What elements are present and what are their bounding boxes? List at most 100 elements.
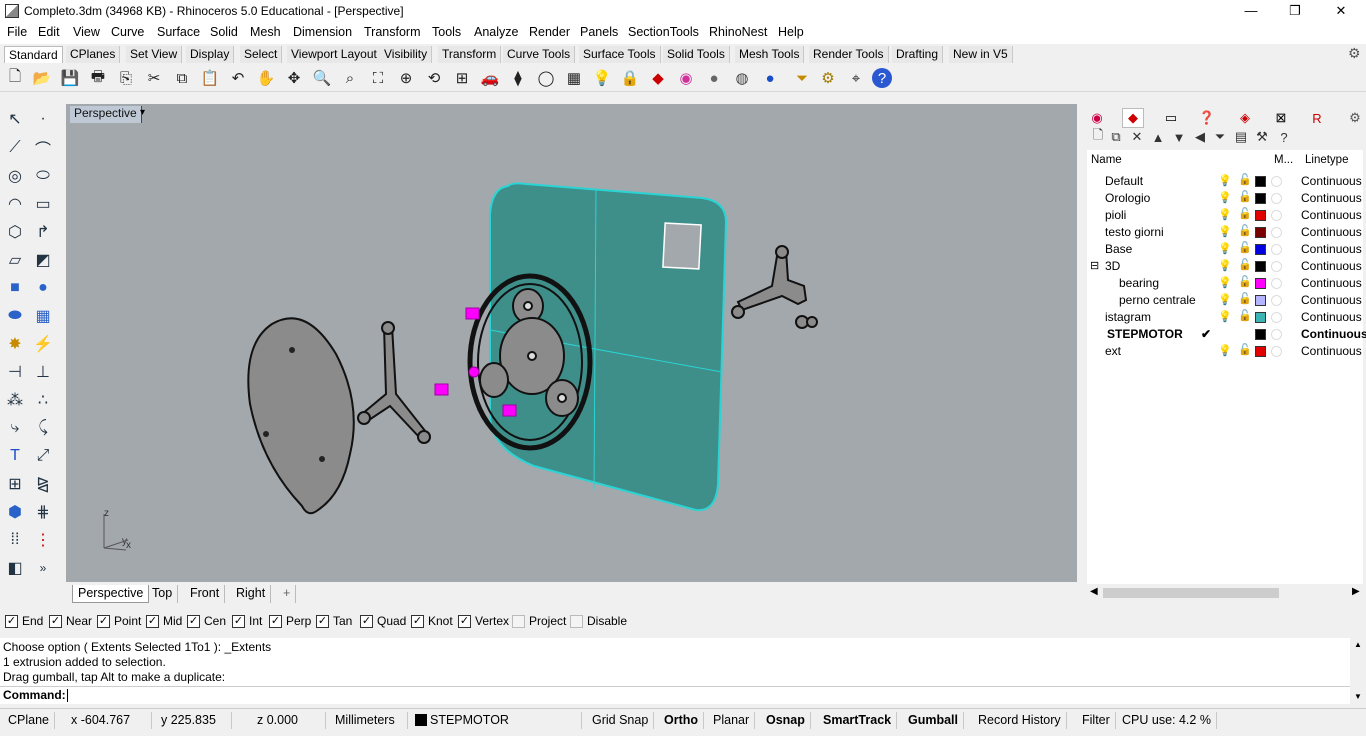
tab-standard[interactable]: Standard — [4, 46, 63, 63]
rotate-view-icon[interactable]: ✥ — [283, 67, 305, 89]
polyline-icon[interactable]: ⟋ — [3, 136, 27, 160]
move-up-icon[interactable]: ▲ — [1149, 129, 1167, 145]
unlock-icon[interactable]: 🔓 — [1238, 258, 1252, 271]
unlock-icon[interactable]: 🔓 — [1238, 190, 1252, 203]
scroll-thumb[interactable] — [1103, 588, 1279, 598]
filter-toggle[interactable]: Filter — [1077, 712, 1116, 729]
material-circle-icon[interactable] — [1271, 312, 1282, 323]
perspective-viewport[interactable]: z y x — [66, 104, 1077, 582]
material-circle-icon[interactable] — [1271, 176, 1282, 187]
scroll-down-icon[interactable]: ▼ — [1354, 692, 1362, 701]
menu-dimension[interactable]: Dimension — [293, 25, 352, 39]
menu-rhinonest[interactable]: RhinoNest — [709, 25, 767, 39]
array-icon[interactable]: ⊞ — [3, 472, 27, 496]
collapse-icon[interactable]: ⊟ — [1090, 259, 1099, 272]
layer-row-orologio[interactable]: Orologio 💡 🔓 Continuous — [1087, 190, 1363, 207]
material-circle-icon[interactable] — [1271, 227, 1282, 238]
unlock-icon[interactable]: 🔓 — [1238, 241, 1252, 254]
osnap-toggle[interactable]: Osnap — [761, 712, 811, 729]
point-icon[interactable]: · — [31, 107, 55, 131]
panel-settings-gear-icon[interactable]: ⚙ — [1344, 108, 1366, 128]
tab-transform[interactable]: Transform — [438, 46, 502, 63]
analysis-tab-icon[interactable]: ⊠ — [1270, 108, 1292, 128]
cut-icon[interactable]: ✂ — [143, 67, 165, 89]
layer-color-swatch[interactable] — [1255, 312, 1266, 323]
render-sphere-icon[interactable]: ◍ — [731, 67, 753, 89]
ortho-toggle[interactable]: Ortho — [659, 712, 705, 729]
layer-linetype[interactable]: Continuous — [1301, 191, 1362, 205]
layers-tab-icon[interactable]: ◆ — [1122, 108, 1144, 128]
osnap-near[interactable]: ✓ Near — [49, 614, 92, 628]
layer-color-swatch[interactable] — [1255, 295, 1266, 306]
sphere-icon[interactable]: ● — [703, 67, 725, 89]
tab-visibility[interactable]: Visibility — [380, 46, 433, 63]
polygon-icon[interactable]: ⬡ — [3, 220, 27, 244]
fillet-icon[interactable]: ⤷ — [3, 416, 27, 440]
bracket-left[interactable] — [357, 321, 431, 444]
tab-mesh-tools[interactable]: Mesh Tools — [735, 46, 805, 63]
menu-analyze[interactable]: Analyze — [474, 25, 518, 39]
layer-linetype[interactable]: Continuous — [1301, 293, 1362, 307]
material-circle-icon[interactable] — [1271, 193, 1282, 204]
tab-curve-tools[interactable]: Curve Tools — [503, 46, 576, 63]
record-history-toggle[interactable]: Record History — [973, 712, 1067, 729]
snap-grid-icon[interactable]: ⋕ — [31, 500, 55, 524]
viewport-title-label[interactable]: Perspective — [70, 106, 142, 123]
menu-transform[interactable]: Transform — [364, 25, 421, 39]
dimension-icon[interactable]: ⌖ — [845, 67, 867, 89]
help-icon[interactable]: ? — [872, 68, 892, 88]
layer-color-swatch[interactable] — [1255, 176, 1266, 187]
add-viewport-tab-button[interactable]: + — [278, 585, 297, 603]
select-arrow-icon[interactable]: ↖ — [3, 107, 27, 131]
menu-edit[interactable]: Edit — [38, 25, 60, 39]
header-material[interactable]: M... — [1274, 154, 1293, 166]
scroll-right-icon[interactable]: ▶ — [1352, 586, 1360, 597]
tab-front[interactable]: Front — [185, 585, 226, 603]
text-icon[interactable]: T — [3, 444, 27, 468]
move-left-icon[interactable]: ◀ — [1191, 129, 1209, 145]
layer-row-default[interactable]: Default 💡 🔓 Continuous — [1087, 173, 1363, 190]
layer-row-stepmotor[interactable]: STEPMOTOR ✔ Continuous — [1087, 326, 1366, 343]
layer-color-swatch[interactable] — [1255, 261, 1266, 272]
tab-viewport-layout[interactable]: Viewport Layout — [287, 46, 382, 63]
extrude-surface-icon[interactable]: ◩ — [31, 248, 55, 272]
light-tool-icon[interactable]: ✸ — [3, 332, 27, 356]
status-cplane[interactable]: CPlane — [3, 712, 55, 729]
layer-linetype[interactable]: Continuous — [1301, 242, 1362, 256]
osnap-end[interactable]: ✓ End — [5, 614, 43, 628]
tab-drafting[interactable]: Drafting — [892, 46, 944, 63]
menu-solid[interactable]: Solid — [210, 25, 238, 39]
mirror-icon[interactable]: ⧎ — [31, 472, 55, 496]
layer-row-istagram[interactable]: istagram 💡 🔓 Continuous — [1087, 309, 1363, 326]
tab-display[interactable]: Display — [186, 46, 235, 63]
visibility-bulb-icon[interactable]: 💡 — [1218, 208, 1232, 221]
blue-sphere-icon[interactable]: ● — [759, 67, 781, 89]
open-icon[interactable]: 📂 — [31, 67, 53, 89]
light-icon[interactable]: 💡 — [591, 67, 613, 89]
more-tools-icon[interactable]: » — [31, 556, 55, 580]
menu-file[interactable]: File — [7, 25, 27, 39]
circle-icon[interactable]: ◯ — [535, 67, 557, 89]
status-layer[interactable]: STEPMOTOR — [410, 712, 582, 729]
layer-row-testo-giorni[interactable]: testo giorni 💡 🔓 Continuous — [1087, 224, 1363, 241]
trim-icon[interactable]: ⊣ — [3, 360, 27, 384]
cplane-icon[interactable]: ⧫ — [507, 67, 529, 89]
fillet-curve-icon[interactable]: ↱ — [31, 220, 55, 244]
scroll-left-icon[interactable]: ◀ — [1090, 586, 1098, 597]
menu-mesh[interactable]: Mesh — [250, 25, 281, 39]
zoom-icon[interactable]: 🔍 — [311, 67, 333, 89]
smarttrack-toggle[interactable]: SmartTrack — [818, 712, 898, 729]
menu-help[interactable]: Help — [778, 25, 804, 39]
bracket-right[interactable] — [731, 245, 818, 329]
materials-tab-icon[interactable]: ◈ — [1234, 108, 1256, 128]
menu-view[interactable]: View — [73, 25, 100, 39]
layer-linetype[interactable]: Continuous — [1301, 208, 1362, 222]
color-wheel-icon[interactable]: ◉ — [675, 67, 697, 89]
menu-surface[interactable]: Surface — [157, 25, 200, 39]
osnap-int[interactable]: ✓ Int — [232, 614, 262, 628]
visibility-bulb-icon[interactable]: 💡 — [1218, 242, 1232, 255]
osnap-knot[interactable]: ✓ Knot — [411, 614, 453, 628]
material-circle-icon[interactable] — [1271, 329, 1282, 340]
layer-color-swatch[interactable] — [1255, 227, 1266, 238]
rhinonest-tab-icon[interactable]: R — [1306, 108, 1328, 128]
